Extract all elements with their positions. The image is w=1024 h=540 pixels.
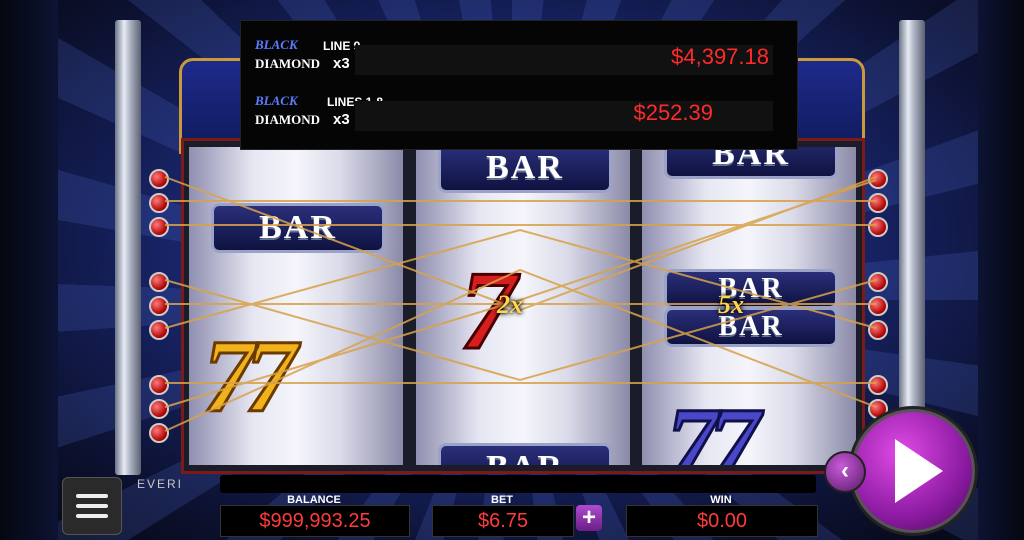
logo-top-text: BLACK [255,37,298,52]
payline-dot [149,217,169,237]
bar-symbol: BAR [438,147,612,193]
reel-1: BAR 77 [189,147,403,465]
payline-dot [868,169,888,189]
menu-icon-bar [76,514,108,518]
blue-double-seven-symbol: 77 [665,386,762,466]
balance-value: $999,993.25 [220,505,410,537]
payline-dot [868,296,888,316]
bet-value: $6.75 [432,505,574,537]
left-pillar [115,20,141,475]
payline-dot [149,375,169,395]
payline-dot [149,169,169,189]
status-bar [220,475,816,493]
payline-dot [149,296,169,316]
spin-icon [895,439,943,503]
bar-symbol: BAR [664,147,838,179]
reel-2: BAR 7 BAR [416,147,630,465]
payline-dot [868,217,888,237]
double-bar-symbol-bottom: BAR [664,307,838,347]
multiplier-5x: 5x [718,290,744,319]
payline-dot [149,272,169,292]
back-icon[interactable]: ‹ [824,451,866,493]
logo-bottom-text: DIAMOND [255,112,320,127]
jackpot-panel: BLACK DIAMOND LINE 9 x3 $4,397.18 BLACK … [240,20,798,150]
jackpot-value-bar: $252.39 [355,100,773,131]
payline-dot [868,193,888,213]
brand-logo: EVERI [137,477,184,491]
payline-dot [149,193,169,213]
jackpot-multiplier: x3 [333,55,350,72]
jackpot-value-bar: $4,397.18 [355,44,773,75]
left-edge [0,0,58,540]
multiplier-2x: 2x [497,290,523,319]
menu-icon-bar [76,504,108,508]
jackpot-value: $4,397.18 [671,44,769,69]
menu-button[interactable] [62,477,122,535]
menu-icon [76,494,108,498]
right-edge [978,0,1024,540]
payline-dot [149,320,169,340]
jackpot-value: $252.39 [633,100,713,125]
payline-dot [149,399,169,419]
logo-bottom-text: DIAMOND [255,56,320,71]
spin-button[interactable] [848,406,978,536]
reel-frame: BAR 77 BAR 7 BAR BAR BAR BAR 77 [181,138,865,474]
payline-dot [868,272,888,292]
black-diamond-logo: BLACK DIAMOND [255,37,321,81]
bar-symbol: BAR [438,443,612,465]
double-bar-symbol-top: BAR [664,269,838,309]
payline-dot [868,375,888,395]
jackpot-multiplier: x3 [333,111,350,128]
jackpot-row: BLACK DIAMOND LINE 9 x3 $4,397.18 [255,37,775,81]
jackpot-row: BLACK DIAMOND LINES 1-8 x3 $252.39 [255,93,775,137]
bar-symbol: BAR [211,203,385,253]
black-diamond-logo: BLACK DIAMOND [255,93,321,137]
payline-dot [868,320,888,340]
logo-top-text: BLACK [255,93,298,108]
payline-dot [149,423,169,443]
win-value: $0.00 [626,505,818,537]
plus-icon[interactable]: + [576,505,602,531]
reel-3: BAR BAR BAR 77 [642,147,856,465]
double-seven-symbol: 77 [202,318,299,436]
